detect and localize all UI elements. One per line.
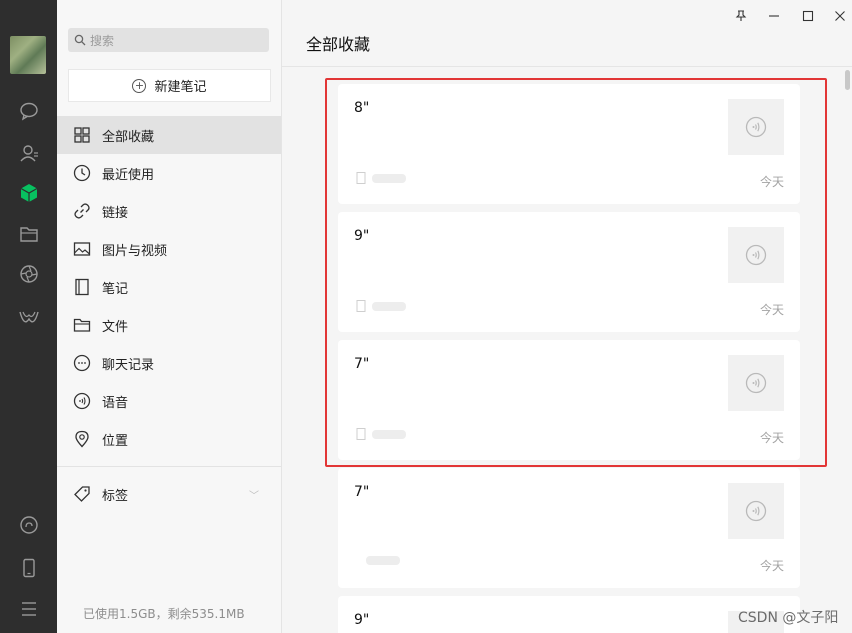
new-note-label: 新建笔记: [154, 80, 207, 95]
scrollbar[interactable]: [845, 70, 850, 90]
clock-icon: [72, 163, 92, 183]
chat-icon[interactable]: [17, 99, 41, 123]
watermark: CSDN @文子阳: [738, 610, 839, 626]
voice-icon: [72, 391, 92, 411]
sidebar-item-notes[interactable]: 笔记: [57, 268, 281, 306]
favorite-card[interactable]: 9": [338, 596, 800, 633]
source-info: [356, 556, 400, 565]
miniprogram-icon[interactable]: [17, 307, 41, 331]
close-icon[interactable]: [832, 8, 848, 24]
chevron-down-icon[interactable]: ﹀: [249, 487, 259, 502]
tags-label: 标签: [102, 488, 129, 504]
sidebar-item-label: 链接: [102, 205, 129, 221]
sidebar-item-label: 文件: [102, 319, 129, 335]
image-icon: [72, 239, 92, 259]
maximize-icon[interactable]: [800, 8, 816, 24]
sidebar-item-links[interactable]: 链接: [57, 192, 281, 230]
voice-duration: 9": [354, 612, 370, 628]
sidebar-item-all-favorites[interactable]: 全部收藏: [57, 116, 281, 154]
favorites-icon[interactable]: [17, 181, 41, 205]
pin-icon[interactable]: [733, 8, 749, 24]
grid-icon: [72, 125, 92, 145]
sidebar-item-images-videos[interactable]: 图片与视频: [57, 230, 281, 268]
card-date: 今天: [759, 559, 784, 573]
page-title: 全部收藏: [306, 35, 371, 54]
folder-icon[interactable]: [17, 222, 41, 246]
blurred-source-name: [366, 556, 400, 565]
sidebar-item-files[interactable]: 文件: [57, 306, 281, 344]
sidebar-item-label: 全部收藏: [102, 129, 155, 145]
search-input[interactable]: 搜索: [68, 28, 269, 52]
location-icon: [72, 429, 92, 449]
sidebar-item-voice[interactable]: 语音: [57, 382, 281, 420]
avatar[interactable]: [10, 36, 46, 74]
tag-icon: [72, 484, 92, 504]
new-note-button[interactable]: + 新建笔记: [68, 69, 271, 102]
sidebar-item-chat-records[interactable]: 聊天记录: [57, 344, 281, 382]
sidebar-item-label: 最近使用: [102, 167, 155, 183]
search-placeholder: 搜索: [90, 33, 115, 48]
folder-icon: [72, 315, 92, 335]
sidebar-item-label: 聊天记录: [102, 357, 155, 373]
contacts-icon[interactable]: [17, 141, 41, 165]
sidebar-item-label: 位置: [102, 433, 129, 449]
menu-icon[interactable]: [17, 597, 41, 621]
highlight-annotation: [325, 78, 827, 467]
voice-duration: 7": [354, 484, 370, 500]
mini-program-icon[interactable]: [17, 513, 41, 537]
phone-icon[interactable]: [17, 556, 41, 580]
notebook-icon: [72, 277, 92, 297]
favorite-card[interactable]: 7" 今天: [338, 468, 800, 588]
voice-thumbnail: [728, 483, 784, 539]
search-icon: [74, 34, 86, 46]
sidebar-item-recent[interactable]: 最近使用: [57, 154, 281, 192]
sidebar-item-location[interactable]: 位置: [57, 420, 281, 458]
voice-play-icon: [745, 500, 767, 522]
sidebar-item-label: 图片与视频: [102, 243, 168, 259]
link-icon: [72, 201, 92, 221]
plus-circle-icon: +: [132, 78, 147, 93]
sidebar-item-label: 笔记: [102, 281, 129, 297]
sidebar-divider: [57, 466, 281, 467]
storage-usage: 已使用1.5GB，剩余535.1MB: [83, 607, 245, 621]
favorites-sidebar: 搜索 + 新建笔记 全部收藏 最近使用 链接 图片与视频 笔记 文件 聊天记录 …: [57, 0, 282, 633]
sidebar-item-label: 语音: [102, 395, 129, 411]
minimize-icon[interactable]: [766, 8, 782, 24]
sidebar-item-tags[interactable]: 标签 ﹀: [57, 475, 281, 513]
app-rail: [0, 0, 57, 633]
main-header: 全部收藏: [282, 0, 852, 67]
chat-record-icon: [72, 353, 92, 373]
moments-icon[interactable]: [17, 262, 41, 286]
